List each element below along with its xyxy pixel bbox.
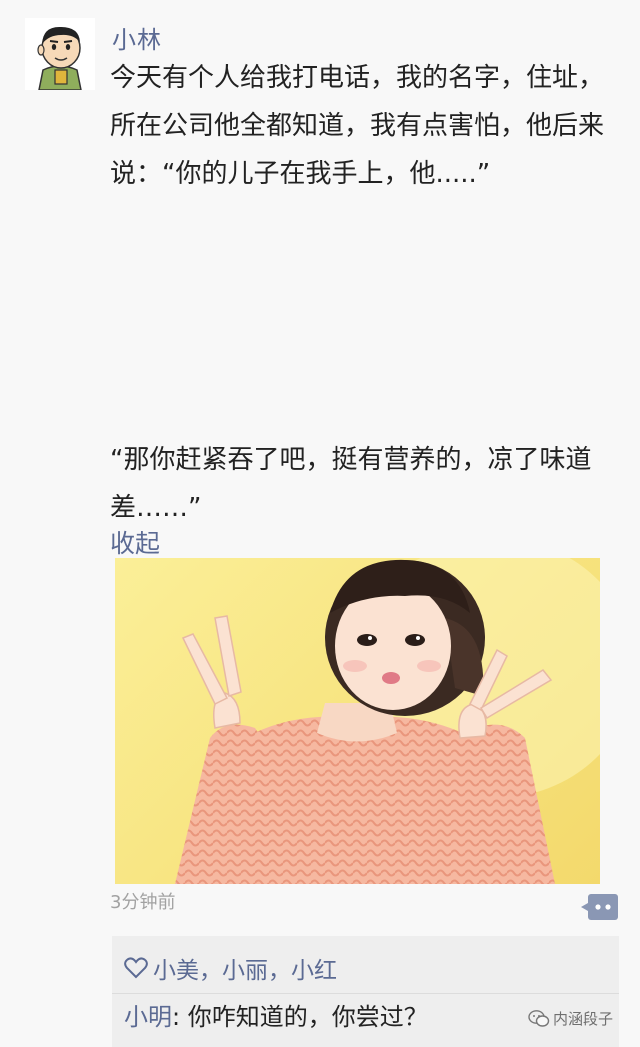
likes-row: 小美，小丽，小红 (124, 950, 337, 986)
watermark: 内涵段子 (528, 1008, 613, 1029)
post-line: “那你赶紧吞了吧，挺有营养的，凉了味道 (110, 445, 592, 475)
likes-comments-box: 小美，小丽，小红 小明: 你咋知道的，你尝过？ (112, 936, 619, 1047)
post-line: 说：“你的儿子在我手上，他.....” (110, 159, 491, 189)
author-name[interactable]: 小林 (112, 20, 162, 55)
comment-item[interactable]: 小明: 你咋知道的，你尝过？ (124, 999, 428, 1035)
post-image[interactable] (115, 558, 600, 884)
commenter-name[interactable]: 小明 (124, 1003, 172, 1031)
post-line: 差……” (110, 493, 202, 523)
post-text-2: “那你赶紧吞了吧，挺有营养的，凉了味道 差……” (110, 436, 630, 532)
collapse-link[interactable]: 收起 (110, 524, 160, 560)
heart-icon (124, 957, 148, 979)
author-avatar[interactable] (25, 18, 95, 90)
wechat-icon (528, 1009, 550, 1027)
comment-button[interactable] (580, 893, 620, 921)
post-line: 今天有个人给我打电话，我的名字，住址， (110, 63, 605, 93)
post-text-1: 今天有个人给我打电话，我的名字，住址， 所在公司他全都知道，我有点害怕，他后来 … (110, 54, 630, 198)
comment-dots-icon (581, 894, 618, 920)
comment-text: 你咋知道的，你尝过？ (187, 1003, 428, 1031)
comment-separator: : (172, 1003, 188, 1031)
divider (112, 993, 619, 994)
post-time: 3分钟前 (110, 892, 176, 913)
watermark-text: 内涵段子 (553, 1010, 614, 1028)
likes-names[interactable]: 小美，小丽，小红 (153, 951, 337, 985)
cartoon-man-avatar-icon (25, 18, 95, 90)
post-line: 所在公司他全都知道，我有点害怕，他后来 (110, 111, 605, 141)
photo-girl-peace-sign (175, 558, 600, 884)
